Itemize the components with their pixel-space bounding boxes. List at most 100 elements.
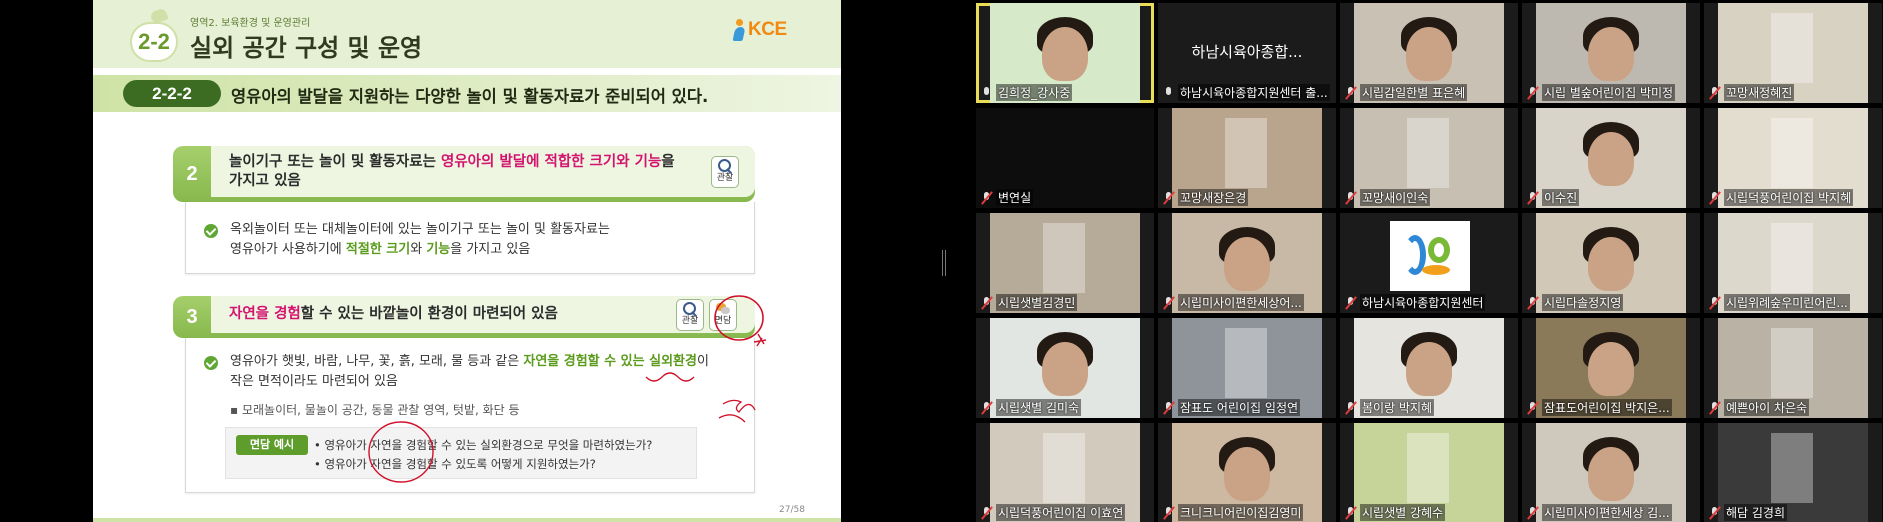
participant-name-label: 시립샛별 강혜수 [1344,504,1516,521]
mic-muted-icon [1344,86,1358,100]
participant-name: 시립덕풍어린이집 이효연 [996,504,1126,521]
mic-muted-icon [980,506,994,520]
participant-name: 김희정_강사중 [996,84,1073,101]
mic-muted-icon [1344,401,1358,415]
mic-muted-icon [1344,296,1358,310]
participant-tile[interactable]: 꼬망새장은경 [1158,108,1336,208]
participant-tile[interactable]: 시립 별숲어린이집 박미정 [1522,3,1700,103]
indicator-2-body: 옥외놀이터 또는 대체놀이터에 있는 놀이기구 또는 놀이 및 활동자료는 영유… [185,202,755,274]
participant-face [1588,342,1634,396]
participant-tile[interactable]: 시립덕풍어린이집 이효연 [976,423,1154,522]
participant-tile[interactable]: 시립다솔정지영 [1522,213,1700,313]
observe-tag: 관찰 [711,156,739,188]
indicator-text-box: 자연을 경험할 수 있는 바깥놀이 환경이 마련되어 있음 [211,296,755,333]
participant-name: 잠표도 어린이집 임정연 [1178,399,1301,416]
participant-tile[interactable]: 변연실 [976,108,1154,208]
indicator-text-box: 놀이기구 또는 놀이 및 활동자료는 영유아의 발달에 적합한 크기와 기능을 … [211,146,755,197]
participant-tile[interactable]: 시립덕풍어린이집 박지혜 [1704,108,1882,208]
interview-question-2: • 영유아가 자연을 경험할 수 있도록 어떻게 지원하였는가? [314,457,596,471]
split-view-divider[interactable] [942,250,946,276]
mic-muted-icon [1526,401,1540,415]
participant-name-label: 잠표도어린이집 박지은... [1526,399,1698,416]
mic-icon [1162,86,1176,100]
participant-name-label: 시립덕풍어린이집 이효연 [980,504,1152,521]
participant-tile[interactable]: 시립감일한별 표은혜 [1340,3,1518,103]
participant-tile[interactable]: 시립위례숲우미린어린... [1704,213,1882,313]
participant-face [1224,237,1270,291]
zoom-meeting-window: 2-2 영역2. 보육환경 및 운영관리 실외 공간 구성 및 운영 KCE 2… [0,0,1883,522]
room-background [1224,328,1267,398]
participant-tile[interactable]: 이수진 [1522,108,1700,208]
participant-tile[interactable]: 잠표도 어린이집 임정연 [1158,318,1336,418]
mic-muted-icon [980,191,994,205]
participant-tile[interactable]: 봄이랑 박지혜 [1340,318,1518,418]
participant-name-label: 해담 김경희 [1708,504,1880,521]
participant-tile[interactable]: 시립미사이편한세상어... [1158,213,1336,313]
indicator-2-check-line2: 영유아가 사용하기에 적절한 크기와 기능을 가지고 있음 [230,242,531,257]
participant-name: 변연실 [996,189,1034,206]
participant-tile[interactable]: 잠표도어린이집 박지은... [1522,318,1700,418]
kce-logo: KCE [733,16,787,44]
participant-tile[interactable]: 꼬망새정혜진 [1704,3,1882,103]
room-background [1770,328,1813,398]
participant-face [1042,342,1088,396]
participant-name-label: 시립감일한별 표은혜 [1344,84,1516,101]
participant-tile[interactable]: 하남시육아종합... 하남시육아종합지원센터 출... [1158,3,1336,103]
participant-name-label: 꼬망새이인숙 [1344,189,1516,206]
interview-tag: 면담 [709,299,737,331]
room-background [1770,223,1813,293]
participant-name: 시립다솔정지영 [1542,294,1624,311]
indicator-2-header: 2 놀이기구 또는 놀이 및 활동자료는 영유아의 발달에 적합한 크기와 기능… [173,146,755,202]
participant-tile[interactable]: 김희정_강사중 [976,3,1154,103]
participant-tile[interactable]: 시립미사이편한세상 김... [1522,423,1700,522]
mic-muted-icon [1708,401,1722,415]
room-background [1406,118,1449,188]
participant-tile[interactable]: 시립샛별김경민 [976,213,1154,313]
kce-figure-icon [733,19,745,41]
participant-tile[interactable]: 해담 김경희 [1704,423,1882,522]
participant-tile[interactable]: 꼬망새이인숙 [1340,108,1518,208]
participant-name-label: 꼬망새정혜진 [1708,84,1880,101]
logo-shape [1422,265,1450,275]
participant-name: 이수진 [1542,189,1580,206]
participant-name-label: 하남시육아종합지원센터 [1344,294,1516,311]
mic-muted-icon [1526,86,1540,100]
participant-name-label: 예쁜아이 차은숙 [1708,399,1880,416]
participant-name: 시립감일한별 표은혜 [1360,84,1468,101]
indicator-3-bullet: ▪ 모래놀이터, 물놀이 공간, 동물 관찰 영역, 텃밭, 화단 등 [230,403,520,417]
center-logo-image [1390,221,1470,291]
logo-shape [1428,237,1450,263]
participant-tile[interactable]: 예쁜아이 차은숙 [1704,318,1882,418]
interview-example-box: 면담 예시 • 영유아가 자연을 경험할 수 있는 실외환경으로 무엇을 마련하… [225,427,697,479]
page-number: 27/58 [779,505,805,515]
observe-tag: 관찰 [676,299,704,331]
participant-name-label: 시립샛별 김미숙 [980,399,1152,416]
annotation-star [753,333,767,347]
mic-muted-icon [980,401,994,415]
participant-tile[interactable]: 크니크니어린이집김영미 [1158,423,1336,522]
indicator-3-line1: 자연을 경험할 수 있는 바깥놀이 환경이 마련되어 있음 [229,306,558,322]
participant-name-label: 시립 별숲어린이집 박미정 [1526,84,1698,101]
participant-name: 시립샛별김경민 [996,294,1078,311]
participant-gallery: 김희정_강사중 하남시육아종합... 하남시육아종합지원센터 출... 시립감일한별 … [973,0,1883,522]
participant-tile[interactable]: 시립샛별 강혜수 [1340,423,1518,522]
check-icon [204,356,218,370]
participant-tile[interactable]: 하남시육아종합지원센터 [1340,213,1518,313]
participant-face [1224,447,1270,501]
mic-muted-icon [1162,506,1176,520]
participant-name-label: 김희정_강사중 [980,84,1152,101]
mic-icon [980,86,994,100]
participant-name: 시립샛별 김미숙 [996,399,1082,416]
participant-name: 시립 별숲어린이집 박미정 [1542,84,1676,101]
participant-name-label: 변연실 [980,189,1152,206]
indicator-2-line1: 놀이기구 또는 놀이 및 활동자료는 영유아의 발달에 적합한 크기와 기능을 [229,154,675,170]
participant-tile[interactable]: 시립샛별 김미숙 [976,318,1154,418]
participant-name: 해담 김경희 [1724,504,1788,521]
participant-face [1588,27,1634,81]
participant-name-label: 이수진 [1526,189,1698,206]
participant-name-label: 시립미사이편한세상 김... [1526,504,1698,521]
participant-name-label: 봄이랑 박지혜 [1344,399,1516,416]
participant-name-label: 하남시육아종합지원센터 출... [1162,84,1334,101]
subsection-text: 영유아의 발달을 지원하는 다양한 놀이 및 활동자료가 준비되어 있다. [231,87,709,106]
participant-name-label: 크니크니어린이집김영미 [1162,504,1334,521]
